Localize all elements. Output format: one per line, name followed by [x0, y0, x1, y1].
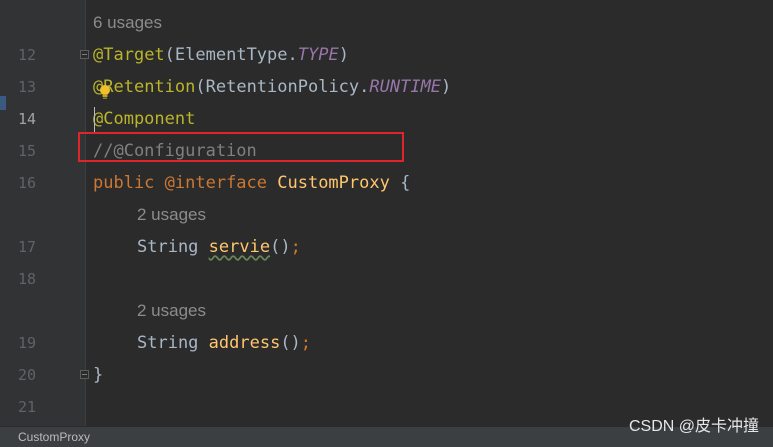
- paren-open: (: [164, 45, 175, 65]
- semicolon: ;: [300, 333, 312, 353]
- breadcrumb[interactable]: CustomProxy: [18, 427, 90, 447]
- text-caret: [94, 107, 95, 133]
- line-number: 21: [17, 398, 36, 416]
- code-line-19: String address();: [137, 327, 311, 359]
- watermark: CSDN @皮卡冲撞: [628, 418, 759, 435]
- paren-close: ): [338, 45, 349, 65]
- parens: (): [270, 237, 291, 257]
- highlight-box: [78, 132, 404, 162]
- line-number: 13: [17, 78, 36, 96]
- code-line-16: public @interface CustomProxy {: [93, 167, 410, 199]
- paren-open: (: [195, 77, 206, 97]
- line-number: 15: [17, 142, 36, 160]
- line-number: 12: [17, 46, 36, 64]
- brace: }: [93, 365, 104, 385]
- class-ref: RetentionPolicy.: [205, 77, 370, 97]
- method-name: address: [208, 333, 281, 353]
- method-name: servie: [208, 237, 271, 257]
- code-line-17: String servie();: [137, 231, 301, 263]
- annotation-at: @: [93, 45, 104, 65]
- code-line-13: @Retention(RetentionPolicy.RUNTIME): [93, 71, 451, 103]
- constant: TYPE: [297, 45, 339, 65]
- keyword: @interface: [164, 173, 278, 193]
- type: String: [137, 333, 209, 353]
- line-number: 14: [17, 110, 36, 128]
- lightbulb-icon[interactable]: [99, 84, 111, 100]
- annotation: @Component: [93, 109, 196, 129]
- line-number: 17: [17, 238, 36, 256]
- brace: {: [389, 173, 411, 193]
- code-line-12: @Target(ElementType.TYPE): [93, 39, 349, 71]
- class-ref: ElementType.: [174, 45, 298, 65]
- annotation-name: Target: [103, 45, 165, 65]
- code-line-14: @Component: [93, 103, 195, 135]
- code-line-20: }: [93, 359, 103, 391]
- line-number: 20: [17, 366, 36, 384]
- usages-hint[interactable]: 6 usages: [93, 7, 162, 39]
- line-number: 16: [17, 174, 36, 192]
- line-number-gutter: 12 13 14 15 16 17 18 19 20 21: [0, 0, 86, 426]
- paren-close: ): [441, 77, 452, 97]
- keyword: public: [93, 173, 165, 193]
- annotation-name: Retention: [103, 77, 196, 97]
- usages-hint[interactable]: 2 usages: [137, 295, 206, 327]
- parens: (): [280, 333, 301, 353]
- usages-hint[interactable]: 2 usages: [137, 199, 206, 231]
- semicolon: ;: [290, 237, 301, 257]
- line-number: 18: [17, 270, 36, 288]
- fold-toggle-icon[interactable]: [80, 370, 89, 379]
- line-number: 19: [17, 334, 36, 352]
- type: String: [137, 237, 209, 257]
- interface-name: CustomProxy: [277, 173, 390, 193]
- fold-toggle-icon[interactable]: [80, 50, 89, 59]
- constant: RUNTIME: [369, 77, 442, 97]
